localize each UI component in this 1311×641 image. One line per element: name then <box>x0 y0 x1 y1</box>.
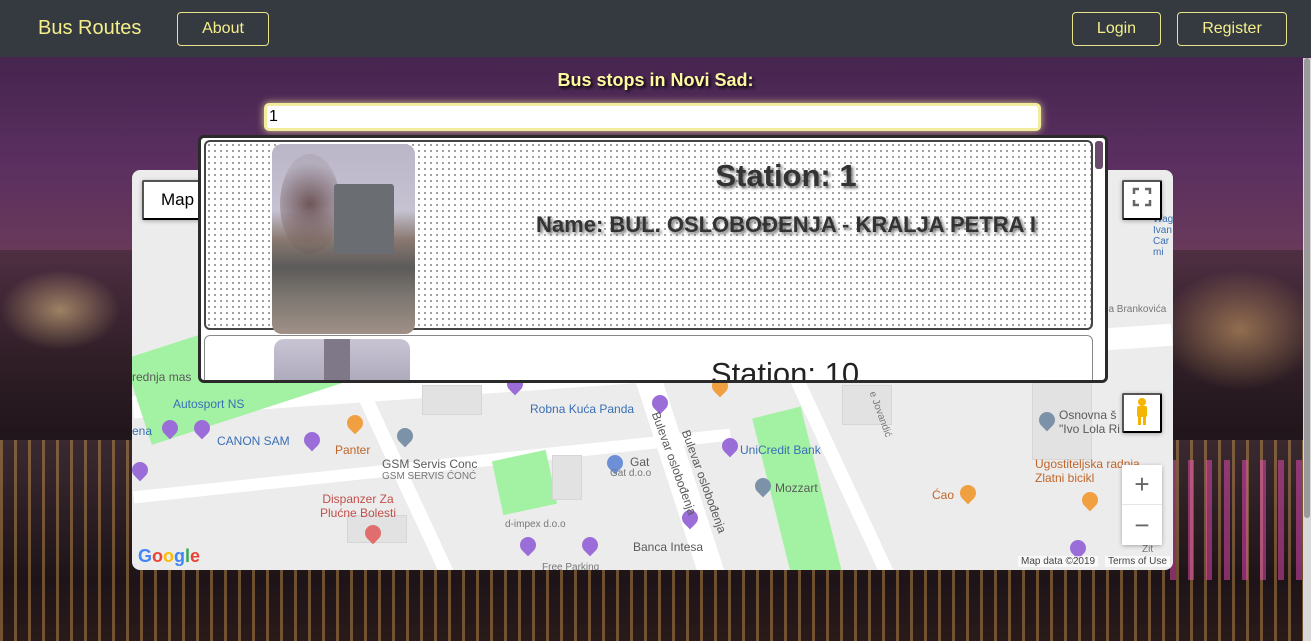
map-label: Gat <box>630 455 650 469</box>
results-scrollbar[interactable] <box>1095 141 1103 169</box>
poi-marker[interactable] <box>393 424 417 448</box>
station-photo <box>272 144 415 334</box>
poi-marker[interactable] <box>300 428 324 452</box>
poi-marker[interactable] <box>343 411 367 435</box>
poi-marker[interactable] <box>1078 488 1102 512</box>
map-type-button[interactable]: Map <box>142 180 202 220</box>
google-logo[interactable]: Google <box>138 546 200 567</box>
background-water-reflection <box>1170 460 1311 580</box>
station-title: Station: 1 <box>715 158 857 193</box>
page-scrollbar-thumb[interactable] <box>1304 58 1310 518</box>
map-label: rednja mas <box>132 370 192 384</box>
fullscreen-icon <box>1132 187 1152 213</box>
map-label: Osnovna š <box>1059 408 1117 422</box>
map-label: GSM SERVIS ĆONĆ <box>382 471 477 482</box>
map-label: Wag Ivan Car mi <box>1153 214 1173 258</box>
search-results-dropdown[interactable]: Station: 1 Name: BUL. OSLOBOĐENJA - KRAL… <box>198 135 1108 383</box>
zoom-out-button[interactable]: − <box>1122 505 1162 545</box>
station-photo-building <box>324 339 350 380</box>
brand-link[interactable]: Bus Routes <box>38 17 141 40</box>
station-photo <box>274 339 410 380</box>
map-label: UniCredit Bank <box>740 443 821 457</box>
login-button[interactable]: Login <box>1072 12 1161 46</box>
map-label: GSM Servis Conc <box>382 457 478 471</box>
map-label: Gat d.o.o <box>610 468 652 479</box>
map-label: Panter <box>335 443 371 457</box>
register-button[interactable]: Register <box>1177 12 1287 46</box>
map-park <box>491 449 558 516</box>
map-label: Free Parking <box>542 562 600 570</box>
poi-marker[interactable] <box>516 533 540 557</box>
map-label: Banca Intesa <box>633 540 704 554</box>
map-label: ena <box>132 424 153 438</box>
map-label: Ćao <box>932 488 955 502</box>
pegman-icon <box>1132 397 1152 430</box>
map-data-attribution: Map data ©2019 <box>1018 556 1099 567</box>
poi-marker[interactable] <box>956 481 980 505</box>
map-building <box>422 385 482 415</box>
result-item[interactable]: Station: 1 Name: BUL. OSLOBOĐENJA - KRAL… <box>204 140 1093 334</box>
map-label: Autosport NS <box>173 397 245 411</box>
map-label: Žit <box>1142 544 1154 555</box>
map-label: "Ivo Lola Ri <box>1059 422 1120 436</box>
search-input[interactable] <box>264 103 1041 131</box>
zoom-controls: + − <box>1122 465 1162 545</box>
station-title: Station: 10 <box>710 356 860 383</box>
page-heading: Bus stops in Novi Sad: <box>557 70 754 90</box>
poi-marker[interactable] <box>132 458 152 482</box>
street-view-button[interactable] <box>1122 393 1162 433</box>
zoom-in-button[interactable]: + <box>1122 465 1162 505</box>
result-item[interactable]: Station: 10 <box>204 335 1093 383</box>
poi-marker[interactable] <box>578 533 602 557</box>
map-label: CANON SAM <box>217 434 290 448</box>
map-label: Dispanzer Za Plućne Bolesti <box>319 492 397 520</box>
map-building <box>552 455 582 500</box>
station-name: Name: BUL. OSLOBOĐENJA - KRALJA PETRA I <box>536 212 1036 237</box>
terms-of-use-link[interactable]: Terms of Use <box>1105 556 1170 567</box>
map-label: Mozzart <box>775 481 818 495</box>
fullscreen-button[interactable] <box>1122 180 1162 220</box>
map-label: Robna Kuća Panda <box>530 402 635 416</box>
station-photo-kiosk <box>334 184 394 254</box>
about-button[interactable]: About <box>177 12 269 46</box>
station-photo-tree <box>280 154 340 254</box>
navbar: Bus Routes About Login Register <box>0 0 1311 57</box>
map-label: d-impex d.o.o <box>505 519 566 530</box>
